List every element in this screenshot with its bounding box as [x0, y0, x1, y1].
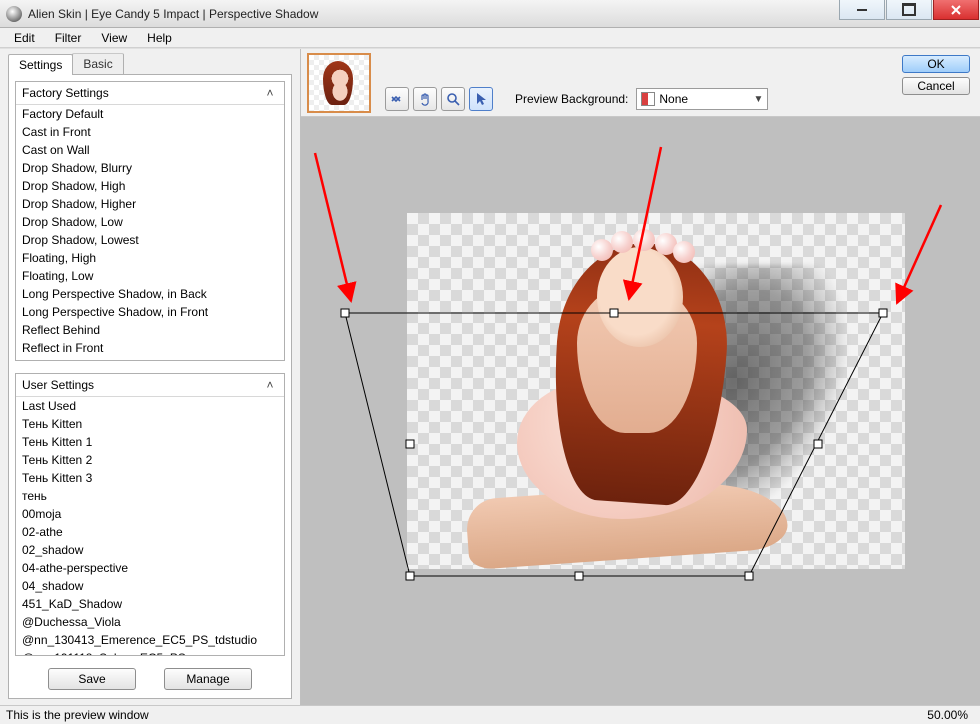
- user-list-item[interactable]: @nn_191118_Selma_EC5_PS: [16, 649, 284, 655]
- window-controls: [839, 0, 980, 27]
- factory-list-item[interactable]: Factory Default: [16, 105, 284, 123]
- factory-list-item[interactable]: Long Perspective Shadow, in Front: [16, 303, 284, 321]
- factory-list-item[interactable]: Reflect in Front - Faint: [16, 357, 284, 360]
- factory-settings-label: Factory Settings: [22, 86, 109, 100]
- user-list-item[interactable]: Тень Kitten: [16, 415, 284, 433]
- menu-edit[interactable]: Edit: [6, 29, 43, 47]
- user-list-item[interactable]: @nn_130413_Emerence_EC5_PS_tdstudio: [16, 631, 284, 649]
- dialog-buttons: OK Cancel: [902, 55, 970, 95]
- ok-button[interactable]: OK: [902, 55, 970, 73]
- status-text: This is the preview window: [6, 708, 149, 722]
- user-list-item[interactable]: Тень Kitten 1: [16, 433, 284, 451]
- factory-list-item[interactable]: Reflect Behind: [16, 321, 284, 339]
- factory-list-item[interactable]: Drop Shadow, Blurry: [16, 159, 284, 177]
- preview-bg-value: None: [659, 92, 688, 106]
- factory-list-item[interactable]: Floating, Low: [16, 267, 284, 285]
- menu-view[interactable]: View: [93, 29, 135, 47]
- user-list-item[interactable]: 04_shadow: [16, 577, 284, 595]
- tab-basic[interactable]: Basic: [72, 53, 123, 74]
- factory-list-item[interactable]: Drop Shadow, Lowest: [16, 231, 284, 249]
- settings-panel: Settings Basic Factory Settings ˄ Factor…: [0, 49, 301, 705]
- user-list-item[interactable]: 00moja: [16, 505, 284, 523]
- close-button[interactable]: [933, 0, 979, 20]
- user-list-item[interactable]: 02-athe: [16, 523, 284, 541]
- factory-list-item[interactable]: Floating, High: [16, 249, 284, 267]
- menu-bar: Edit Filter View Help: [0, 28, 980, 48]
- factory-list-item[interactable]: Cast in Front: [16, 123, 284, 141]
- user-settings-label: User Settings: [22, 378, 94, 392]
- thumbnail[interactable]: [307, 53, 371, 113]
- title-bar: Alien Skin | Eye Candy 5 Impact | Perspe…: [0, 0, 980, 28]
- user-list-item[interactable]: 04-athe-perspective: [16, 559, 284, 577]
- user-list-item[interactable]: Last Used: [16, 397, 284, 415]
- preview-canvas[interactable]: [301, 117, 980, 705]
- factory-list-item[interactable]: Drop Shadow, Low: [16, 213, 284, 231]
- user-settings-header[interactable]: User Settings ˄: [16, 374, 284, 397]
- panel-tabs: Settings Basic: [8, 53, 300, 74]
- factory-list-item[interactable]: Long Perspective Shadow, in Back: [16, 285, 284, 303]
- hand-tool[interactable]: [413, 87, 437, 111]
- collapse-icon: ˄: [262, 86, 278, 100]
- factory-list-item[interactable]: Cast on Wall: [16, 141, 284, 159]
- window-title: Alien Skin | Eye Candy 5 Impact | Perspe…: [28, 7, 318, 21]
- chevron-down-icon: ▼: [753, 94, 763, 105]
- menu-help[interactable]: Help: [139, 29, 180, 47]
- status-bar: This is the preview window 50.00%: [0, 705, 980, 724]
- user-list-item[interactable]: @Duchessa_Viola: [16, 613, 284, 631]
- preview-bg-label: Preview Background:: [515, 92, 628, 106]
- tab-settings[interactable]: Settings: [8, 54, 73, 75]
- cancel-button[interactable]: Cancel: [902, 77, 970, 95]
- user-list-item[interactable]: Тень Kitten 2: [16, 451, 284, 469]
- pointer-tool[interactable]: [469, 87, 493, 111]
- user-list-item[interactable]: 02_shadow: [16, 541, 284, 559]
- user-settings-list: User Settings ˄ Last UsedТень KittenТень…: [15, 373, 285, 656]
- preview-toolbar: Preview Background: None ▼: [385, 85, 970, 113]
- manage-button[interactable]: Manage: [164, 668, 252, 690]
- maximize-button[interactable]: [886, 0, 932, 20]
- factory-settings-list: Factory Settings ˄ Factory DefaultCast i…: [15, 81, 285, 361]
- preview-pane: Preview Background: None ▼ OK Cancel: [301, 49, 980, 705]
- factory-list-item[interactable]: Drop Shadow, Higher: [16, 195, 284, 213]
- app-icon: [6, 6, 22, 22]
- preview-image: [407, 213, 905, 569]
- zoom-level: 50.00%: [927, 708, 974, 722]
- zoom-tool[interactable]: [441, 87, 465, 111]
- settings-buttons: Save Manage: [9, 662, 291, 698]
- menu-filter[interactable]: Filter: [47, 29, 90, 47]
- nav-tool[interactable]: [385, 87, 409, 111]
- user-list-item[interactable]: тень: [16, 487, 284, 505]
- none-swatch-icon: [641, 92, 655, 106]
- collapse-icon: ˄: [262, 378, 278, 392]
- factory-list-item[interactable]: Drop Shadow, High: [16, 177, 284, 195]
- factory-list-item[interactable]: Reflect in Front: [16, 339, 284, 357]
- user-list-item[interactable]: 451_KaD_Shadow: [16, 595, 284, 613]
- factory-settings-header[interactable]: Factory Settings ˄: [16, 82, 284, 105]
- preview-bg-combo[interactable]: None ▼: [636, 88, 768, 110]
- user-list-item[interactable]: Тень Kitten 3: [16, 469, 284, 487]
- save-button[interactable]: Save: [48, 668, 136, 690]
- minimize-button[interactable]: [839, 0, 885, 20]
